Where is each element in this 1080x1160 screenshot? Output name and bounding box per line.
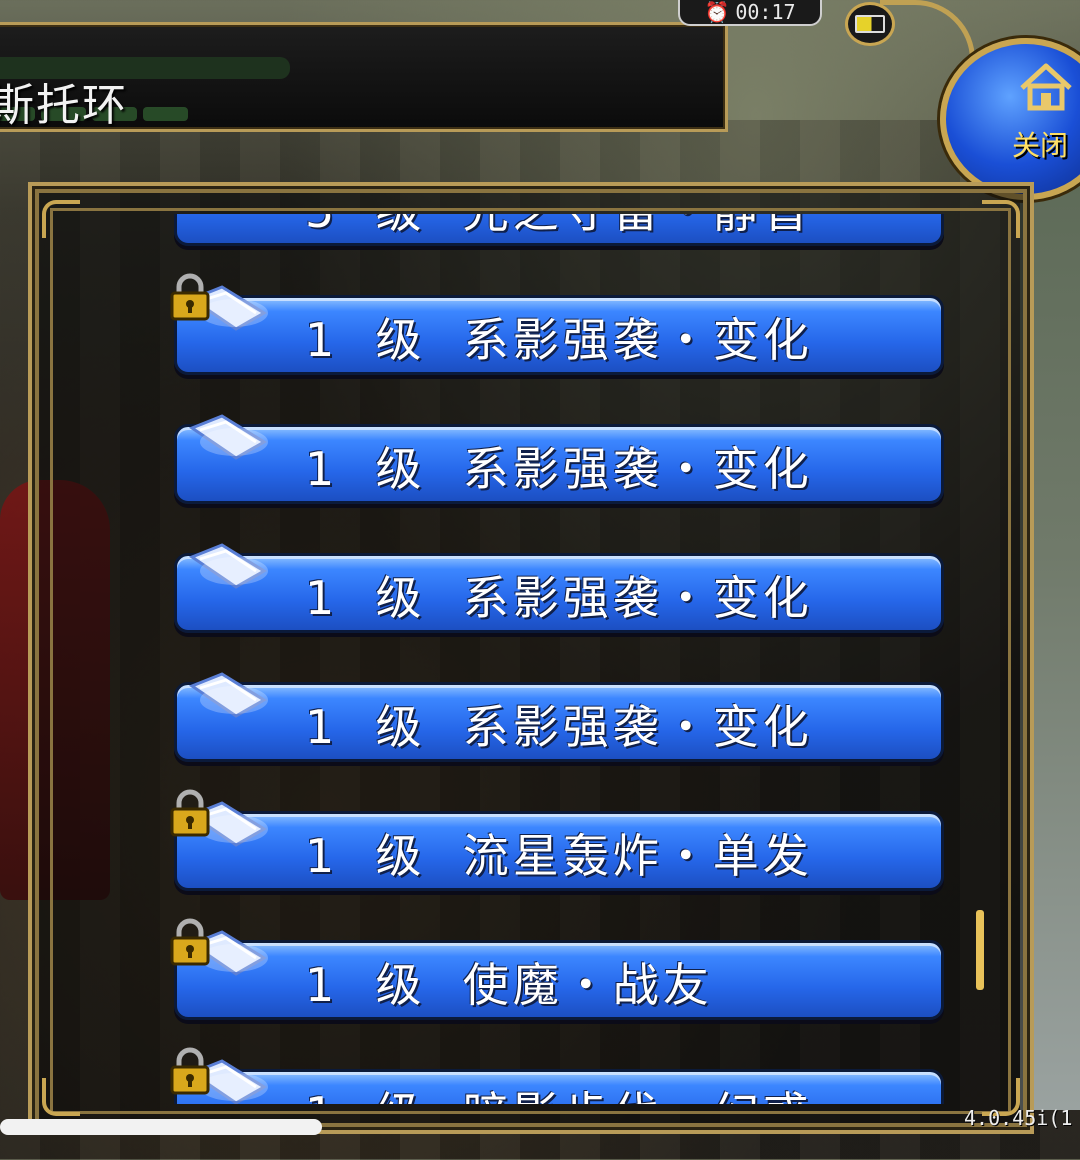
skill-label: 1 级 流星轰炸・单发 [305,829,813,883]
crystal-icon [186,666,272,726]
skill-list-item[interactable]: 1 级 流星轰炸・单发 [50,789,980,891]
lock-icon [168,1047,212,1095]
home-icon [1020,63,1072,111]
page-title: 斯托环 [0,80,128,131]
skill-button[interactable]: 1 级 系影强袭・变化 [174,295,944,375]
skill-button[interactable]: 5 级 光之守雷・静音 [174,214,944,246]
skill-list[interactable]: 5 级 光之守雷・静音 1 级 系影强袭・变化 1 级 系影强袭・变化 1 级 系影强… [50,214,980,1104]
lock-icon [168,273,212,321]
alarm-icon: ⏰ [704,0,730,24]
scrollbar-thumb[interactable] [976,910,984,990]
clock-text: 00:17 [735,0,796,24]
crystal-icon [186,537,272,597]
version-text: 4.0.45i(1 [964,1106,1073,1130]
skill-list-item[interactable]: 1 级 系影强袭・变化 [50,531,980,633]
lock-icon [168,918,212,966]
skill-label: 5 级 光之守雷・静音 [305,214,813,241]
skill-label: 1 级 系影强袭・变化 [305,442,813,496]
skill-button[interactable]: 1 级 流星轰炸・单发 [174,811,944,891]
crystal-icon [186,408,272,468]
skill-label: 1 级 系影强袭・变化 [305,571,813,625]
skill-list-item[interactable]: 1 级 系影强袭・变化 [50,273,980,375]
skill-button[interactable]: 1 级 系影强袭・变化 [174,424,944,504]
skill-button[interactable]: 1 级 使魔・战友 [174,940,944,1020]
skill-button[interactable]: 1 级 系影强袭・变化 [174,553,944,633]
home-indicator[interactable] [0,1119,322,1135]
skill-label: 1 级 系影强袭・变化 [305,313,813,367]
skill-label: 1 级 使魔・战友 [305,958,713,1012]
character-name-plate: 斯托环 [0,22,728,132]
skill-button[interactable]: 1 级 暗影步伐・幻惑 [174,1069,944,1104]
corner-ornament [982,200,1020,238]
lock-icon [168,789,212,837]
skill-list-item[interactable]: 1 级 使魔・战友 [50,918,980,1020]
skill-list-item[interactable]: 1 级 系影强袭・变化 [50,402,980,504]
close-label: 关闭 [1012,129,1069,162]
skill-button[interactable]: 1 级 系影强袭・变化 [174,682,944,762]
status-clock: ⏰ 00:17 [678,0,822,26]
skill-list-item[interactable]: 1 级 系影强袭・变化 [50,660,980,762]
skill-list-item[interactable]: 1 级 暗影步伐・幻惑 [50,1047,980,1104]
skill-list-item[interactable]: 5 级 光之守雷・静音 [50,214,980,246]
skill-label: 1 级 暗影步伐・幻惑 [305,1078,813,1104]
skill-label: 1 级 系影强袭・变化 [305,700,813,754]
